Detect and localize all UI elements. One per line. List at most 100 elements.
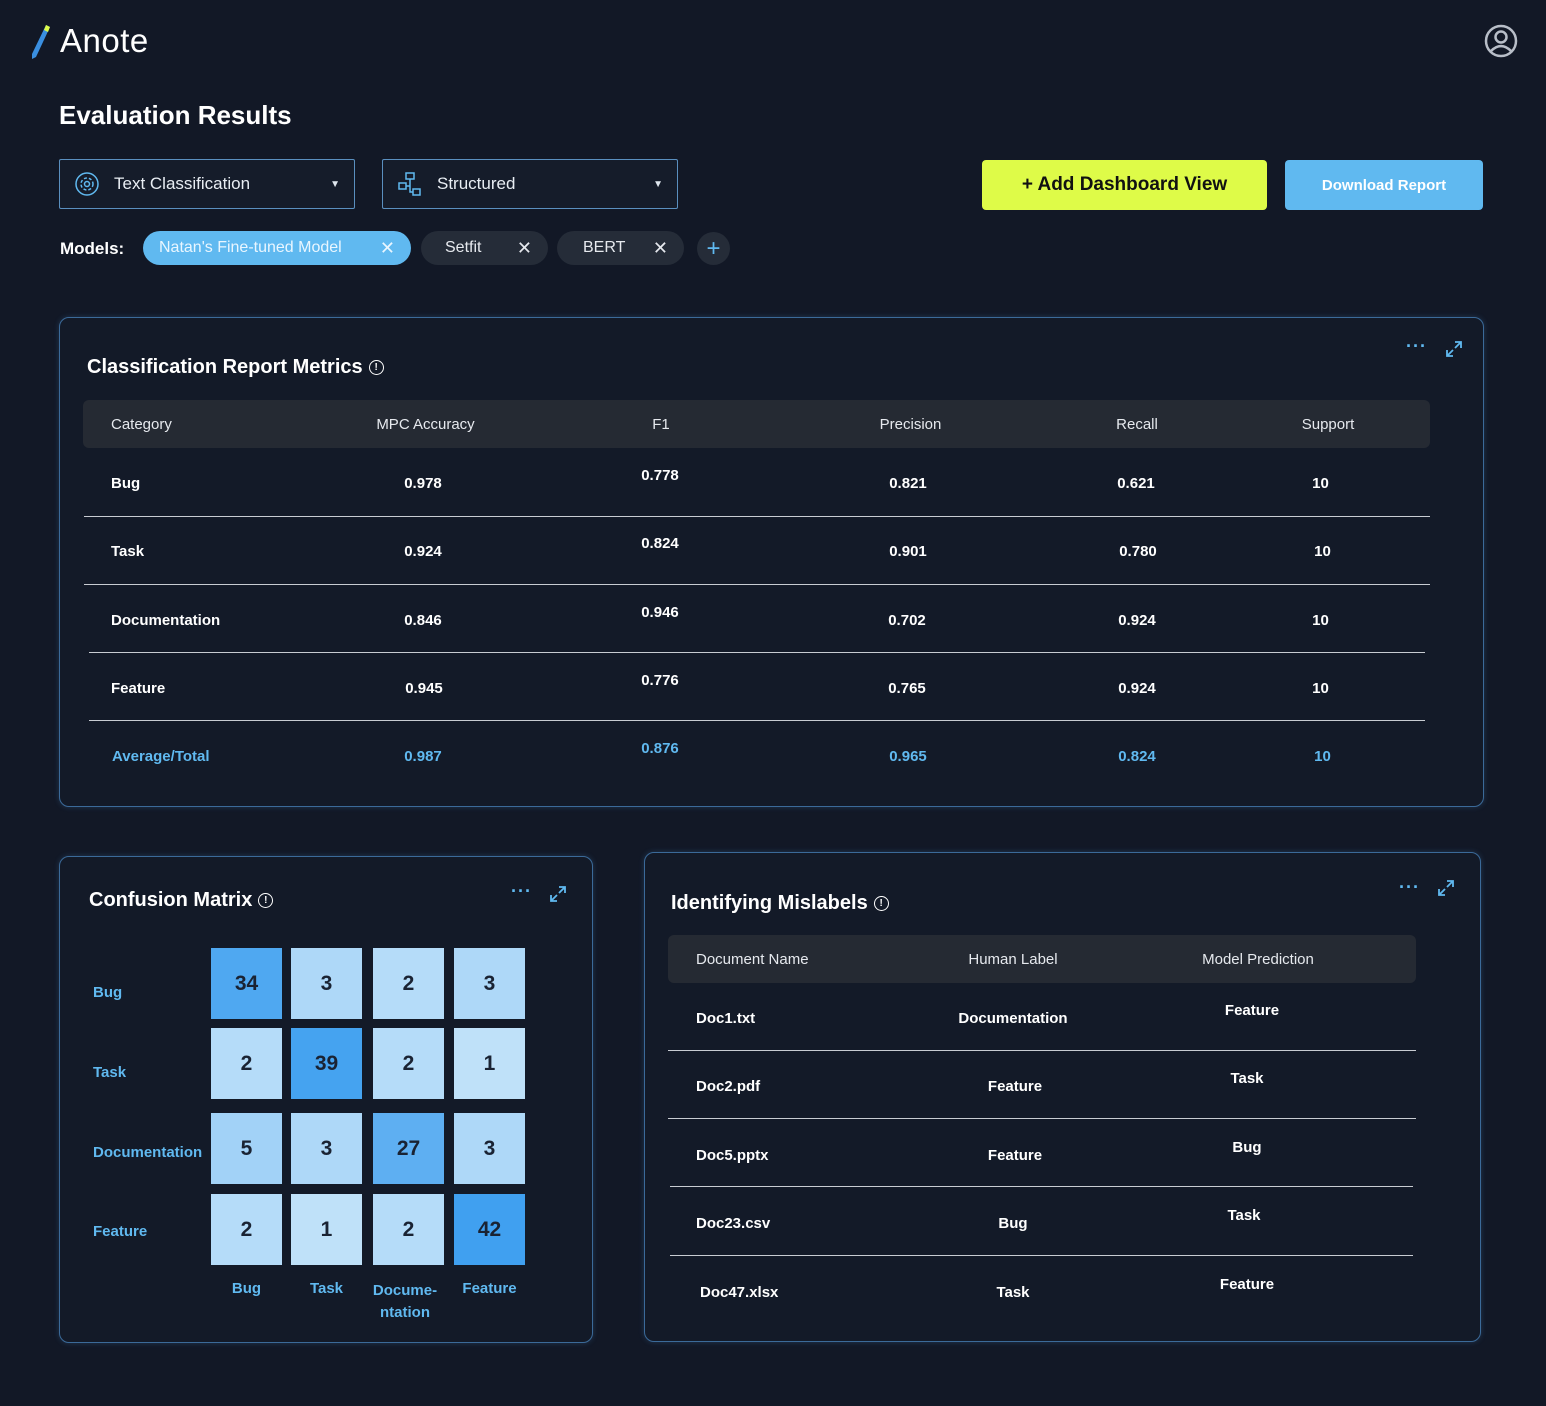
row-value: 0.824: [641, 535, 679, 552]
row-divider: [89, 652, 1425, 653]
download-report-button[interactable]: Download Report: [1285, 160, 1483, 210]
row-divider: [670, 1186, 1413, 1187]
mislabels-card: Identifying Mislabels ! ··· Document Nam…: [644, 852, 1481, 1342]
doc-name: Doc1.txt: [696, 1009, 756, 1027]
doc-name: Doc5.pptx: [696, 1146, 769, 1164]
confusion-matrix-title: Confusion Matrix !: [89, 889, 274, 912]
row-divider: [84, 584, 1430, 585]
row-divider: [668, 1118, 1416, 1119]
expand-icon[interactable]: [1445, 340, 1463, 358]
classification-report-card: Classification Report Metrics ! ··· Cate…: [59, 317, 1484, 807]
model-chip-label: Natan's Fine-tuned Model: [159, 239, 342, 256]
model-chip-natan[interactable]: Natan's Fine-tuned Model ✕: [143, 231, 411, 265]
info-icon[interactable]: !: [368, 360, 384, 375]
cm-cell: 2: [211, 1028, 282, 1099]
page-title: Evaluation Results: [59, 100, 292, 130]
info-icon[interactable]: !: [873, 896, 889, 911]
table-row: Feature 0.945 0.776 0.765 0.924 10: [83, 672, 1430, 703]
flowchart-icon: [398, 172, 421, 196]
model-prediction: Task: [1230, 1070, 1264, 1087]
table-row: Task 0.924 0.824 0.901 0.780 10: [83, 535, 1430, 566]
row-category: Task: [111, 542, 145, 560]
col-header: Document Name: [696, 950, 809, 968]
model-chip-label: Setfit: [445, 239, 482, 256]
app-name: Anote: [60, 22, 149, 59]
row-value: 0.702: [888, 611, 926, 629]
row-category: Documentation: [111, 611, 221, 629]
data-type-select[interactable]: Structured ▼: [382, 159, 678, 209]
total-value: 0.965: [889, 747, 927, 765]
col-header: Precision: [879, 415, 942, 433]
row-value: 10: [1312, 611, 1329, 629]
user-profile-icon[interactable]: [1484, 24, 1518, 58]
cm-row-label: Documentation: [93, 1144, 203, 1161]
col-header: Category: [111, 415, 172, 433]
col-header: Model Prediction: [1202, 950, 1314, 968]
add-dashboard-view-button[interactable]: + Add Dashboard View: [982, 160, 1267, 210]
close-icon[interactable]: ✕: [517, 238, 532, 259]
model-prediction: Feature: [1219, 1276, 1275, 1293]
human-label: Task: [996, 1283, 1030, 1301]
col-header: F1: [652, 415, 670, 433]
human-label: Documentation: [958, 1009, 1068, 1027]
more-options-icon[interactable]: ···: [511, 881, 532, 902]
row-value: 0.780: [1119, 542, 1157, 560]
row-value: 10: [1312, 679, 1329, 697]
cm-cell: 3: [454, 948, 525, 1019]
human-label: Bug: [998, 1214, 1028, 1232]
row-category: Bug: [111, 474, 141, 492]
model-prediction: Feature: [1224, 1002, 1280, 1019]
total-value: 0.824: [1118, 747, 1156, 765]
cm-col-label: Docume- ntation: [372, 1282, 438, 1321]
table-row[interactable]: Doc23.csv Bug Task: [668, 1207, 1416, 1238]
expand-icon[interactable]: [1437, 879, 1455, 897]
doc-name: Doc47.xlsx: [700, 1283, 779, 1301]
table-row[interactable]: Doc2.pdf Feature Task: [668, 1070, 1416, 1101]
close-icon[interactable]: ✕: [380, 238, 395, 259]
col-header: Recall: [1116, 415, 1158, 433]
confusion-matrix-card: Confusion Matrix ! ··· 34 3 2 3 2 39 2 1 5 3 27 3 2 1…: [59, 856, 593, 1343]
classification-table-header: Category MPC Accuracy F1 Precision Recal…: [83, 400, 1430, 448]
add-model-button[interactable]: +: [697, 232, 730, 265]
table-row[interactable]: Doc5.pptx Feature Bug: [668, 1139, 1416, 1170]
cm-col-label: Bug: [231, 1280, 262, 1297]
data-type-value: Structured: [437, 174, 516, 193]
chevron-down-icon: ▼: [330, 178, 340, 190]
cm-cell: 39: [291, 1028, 362, 1099]
doc-name: Doc2.pdf: [696, 1077, 761, 1095]
table-total-row: Average/Total 0.987 0.876 0.965 0.824 10: [83, 740, 1430, 771]
model-chip-bert[interactable]: BERT ✕: [557, 231, 684, 265]
cm-col-label: Feature: [462, 1280, 517, 1297]
human-label: Feature: [987, 1146, 1043, 1164]
cm-cell: 27: [373, 1113, 444, 1184]
more-options-icon[interactable]: ···: [1406, 336, 1427, 357]
table-row[interactable]: Doc47.xlsx Task Feature: [668, 1276, 1416, 1307]
row-divider: [89, 720, 1425, 721]
model-chip-setfit[interactable]: Setfit ✕: [421, 231, 548, 265]
app-logo[interactable]: Anote: [28, 22, 149, 60]
task-type-value: Text Classification: [114, 174, 251, 193]
row-value: 0.946: [641, 604, 679, 621]
row-value: 0.846: [404, 611, 442, 629]
expand-icon[interactable]: [549, 885, 567, 903]
col-header: Human Label: [968, 950, 1058, 968]
row-divider: [84, 516, 1430, 517]
row-value: 0.778: [641, 467, 679, 484]
total-value: 10: [1314, 747, 1331, 765]
table-row: Documentation 0.846 0.946 0.702 0.924 10: [83, 604, 1430, 635]
cm-cell: 34: [211, 948, 282, 1019]
row-value: 0.945: [405, 679, 443, 697]
close-icon[interactable]: ✕: [653, 238, 668, 259]
table-row[interactable]: Doc1.txt Documentation Feature: [668, 1002, 1416, 1033]
mislabels-table-header: Document Name Human Label Model Predicti…: [668, 935, 1416, 983]
model-prediction: Bug: [1232, 1139, 1262, 1156]
doc-name: Doc23.csv: [696, 1214, 771, 1232]
row-category: Feature: [111, 679, 166, 697]
more-options-icon[interactable]: ···: [1399, 877, 1420, 898]
info-icon[interactable]: !: [258, 893, 274, 908]
cm-cell: 42: [454, 1194, 525, 1265]
task-type-select[interactable]: Text Classification ▼: [59, 159, 355, 209]
row-divider: [668, 1050, 1416, 1051]
total-value: 0.876: [641, 740, 679, 757]
row-value: 10: [1312, 474, 1329, 492]
